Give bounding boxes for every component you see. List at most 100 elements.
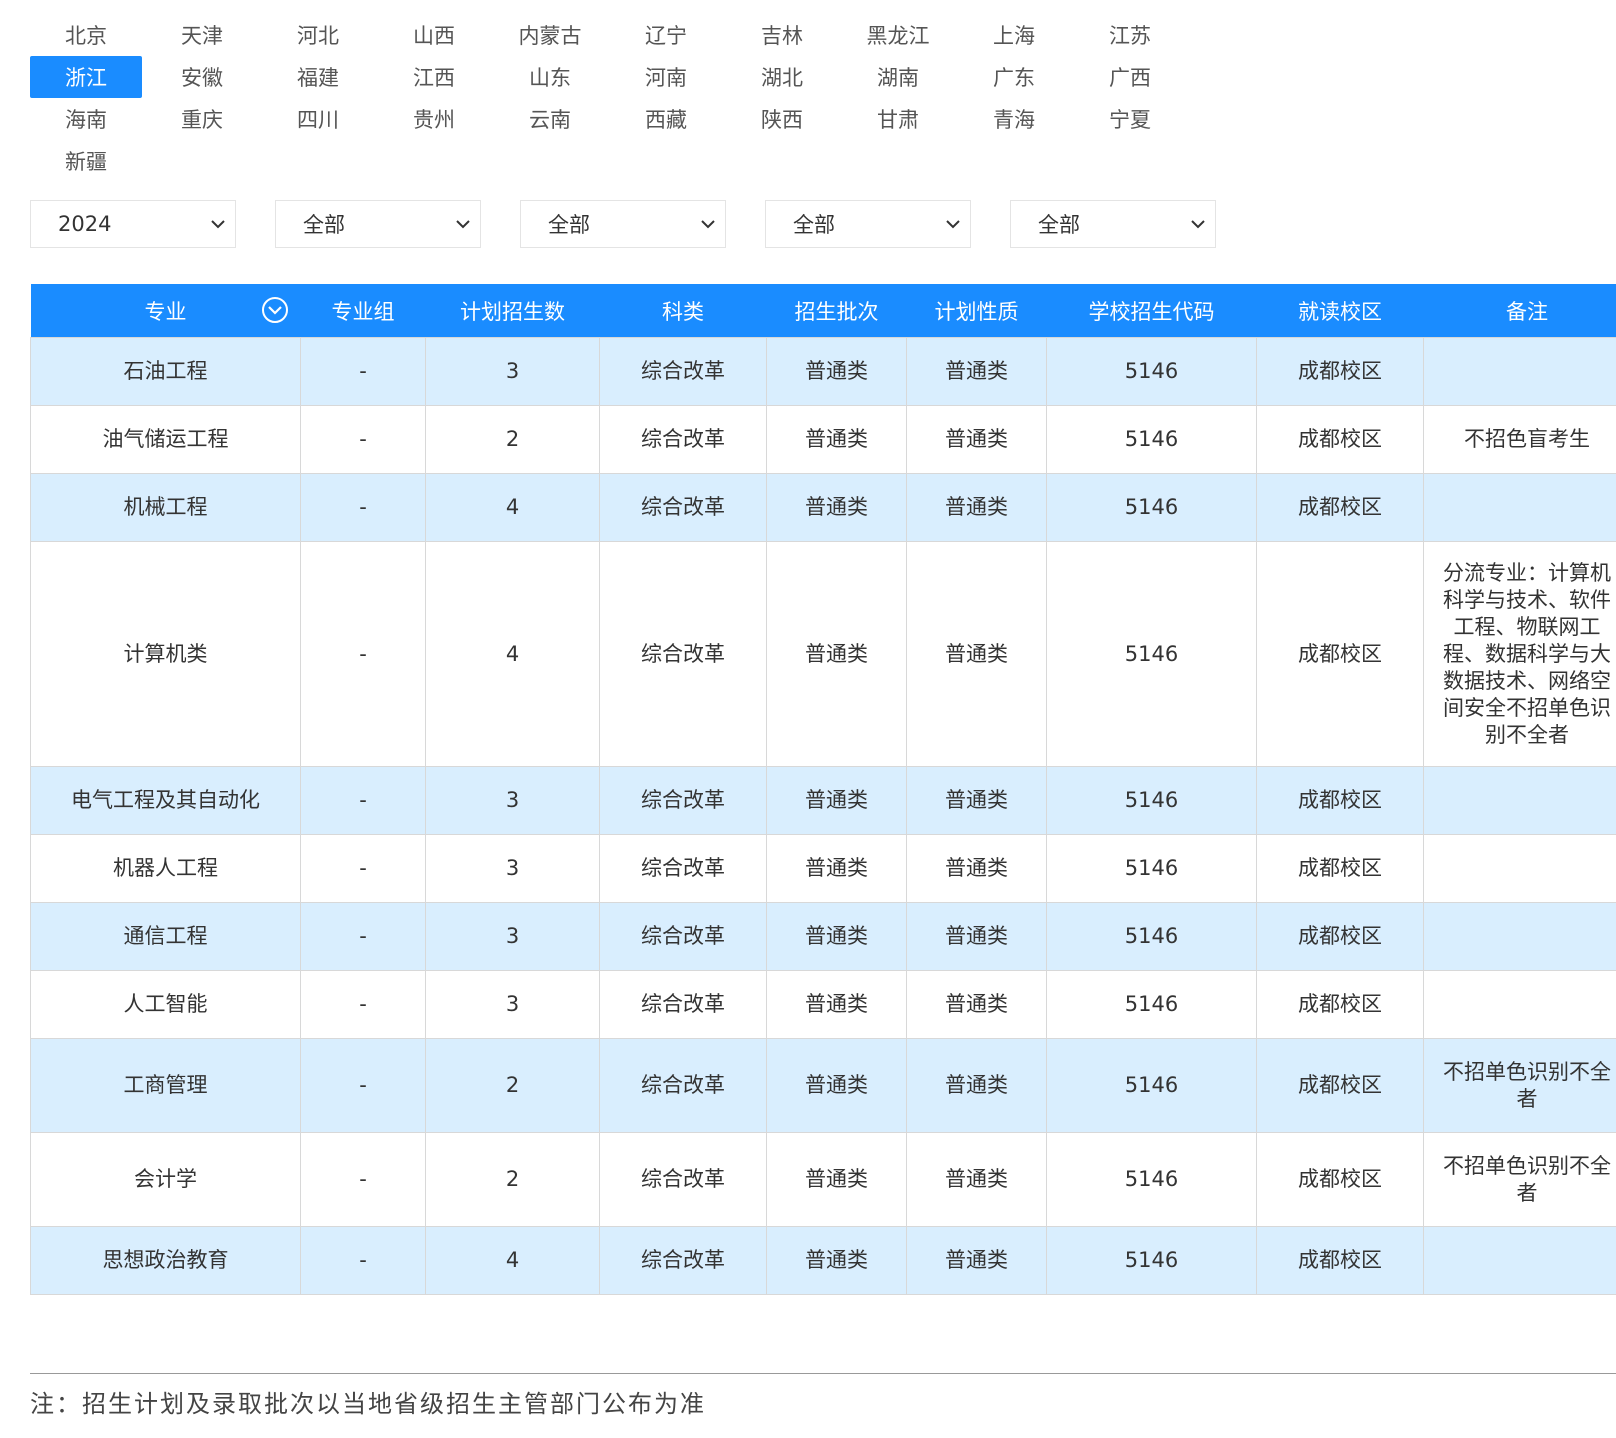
cell-batch: 普通类 [766,405,907,474]
filter-select-5[interactable]: 全部 [1010,200,1216,248]
cell-school-code: 5146 [1046,766,1257,835]
table-row: 机械工程 -4 综合改革 普通类 普通类 5146 成都校区 [30,473,1616,542]
cell-campus: 成都校区 [1256,1038,1424,1133]
cell-plan-count: 4 [425,541,600,767]
province-item[interactable]: 天津 [146,14,258,56]
province-item[interactable]: 福建 [262,56,374,98]
cell-plan-nature: 普通类 [906,337,1047,406]
cell-major: 机器人工程 [30,834,301,903]
cell-remarks: 不招色盲考生 [1423,405,1616,474]
province-item[interactable]: 陕西 [726,98,838,140]
province-item[interactable]: 河北 [262,14,374,56]
province-item[interactable]: 黑龙江 [842,14,954,56]
header-label: 就读校区 [1298,299,1382,324]
cell-plan-nature: 普通类 [906,902,1047,971]
province-item[interactable]: 北京 [30,14,142,56]
filter-select-2-value: 全部 [303,213,345,237]
cell-remarks [1423,1226,1616,1295]
cell-subject-type: 综合改革 [599,473,767,542]
enrollment-table-container: 专业 专业组 计划招生数 科类 招生批次 计划性质 学校招生代码 就读校区 备注… [30,284,1616,1295]
province-item[interactable]: 河南 [610,56,722,98]
province-item[interactable]: 云南 [494,98,606,140]
chevron-down-circle-icon[interactable] [261,296,289,324]
province-item[interactable]: 广西 [1074,56,1186,98]
table-row: 计算机类 -4 综合改革 普通类 普通类 5146 成都校区 分流专业：计算机科学与技术、软件… [30,541,1616,767]
cell-remarks [1423,337,1616,406]
chevron-down-icon [456,220,470,229]
province-item[interactable]: 贵州 [378,98,490,140]
province-item[interactable]: 湖北 [726,56,838,98]
header-subject-type: 科类 [599,284,767,338]
cell-subject-type: 综合改革 [599,405,767,474]
cell-plan-count: 3 [425,337,600,406]
cell-campus: 成都校区 [1256,337,1424,406]
cell-major-group: - [300,337,426,406]
province-item[interactable]: 重庆 [146,98,258,140]
cell-batch: 普通类 [766,541,907,767]
province-item[interactable]: 江西 [378,56,490,98]
header-major-group: 专业组 [300,284,426,338]
table-row: 人工智能 -3 综合改革 普通类 普通类 5146 成都校区 [30,970,1616,1039]
province-item[interactable]: 辽宁 [610,14,722,56]
province-item[interactable]: 上海 [958,14,1070,56]
cell-plan-nature: 普通类 [906,473,1047,542]
cell-school-code: 5146 [1046,405,1257,474]
header-remarks: 备注 [1423,284,1616,338]
province-item[interactable]: 广东 [958,56,1070,98]
cell-plan-count: 3 [425,970,600,1039]
year-select[interactable]: 2024 [30,200,236,248]
filter-select-2[interactable]: 全部 [275,200,481,248]
filter-select-4-value: 全部 [793,213,835,237]
cell-plan-nature: 普通类 [906,541,1047,767]
province-item[interactable]: 湖南 [842,56,954,98]
cell-batch: 普通类 [766,1132,907,1227]
province-item[interactable]: 安徽 [146,56,258,98]
filter-select-4[interactable]: 全部 [765,200,971,248]
province-item[interactable]: 山西 [378,14,490,56]
cell-subject-type: 综合改革 [599,902,767,971]
province-item[interactable]: 西藏 [610,98,722,140]
province-item[interactable]: 内蒙古 [494,14,606,56]
province-item[interactable]: 海南 [30,98,142,140]
province-item[interactable]: 四川 [262,98,374,140]
cell-campus: 成都校区 [1256,1226,1424,1295]
cell-batch: 普通类 [766,766,907,835]
cell-plan-nature: 普通类 [906,1038,1047,1133]
table-row: 通信工程 -3 综合改革 普通类 普通类 5146 成都校区 [30,902,1616,971]
cell-batch: 普通类 [766,337,907,406]
province-item[interactable]: 浙江 [30,56,142,98]
cell-major: 通信工程 [30,902,301,971]
province-item[interactable]: 山东 [494,56,606,98]
table-row: 石油工程 -3 综合改革 普通类 普通类 5146 成都校区 [30,337,1616,406]
table-row: 会计学 -2 综合改革 普通类 普通类 5146 成都校区 不招单色识别不全者 [30,1132,1616,1227]
cell-major: 机械工程 [30,473,301,542]
header-label: 专业 [144,299,187,324]
province-item[interactable]: 宁夏 [1074,98,1186,140]
cell-batch: 普通类 [766,970,907,1039]
cell-major: 电气工程及其自动化 [30,766,301,835]
cell-subject-type: 综合改革 [599,541,767,767]
province-item[interactable]: 青海 [958,98,1070,140]
table-row: 机器人工程 -3 综合改革 普通类 普通类 5146 成都校区 [30,834,1616,903]
cell-subject-type: 综合改革 [599,766,767,835]
filter-select-5-value: 全部 [1038,213,1080,237]
cell-campus: 成都校区 [1256,405,1424,474]
province-item[interactable]: 新疆 [30,140,142,182]
footer-note: 注：招生计划及录取批次以当地省级招生主管部门公布为准 [30,1390,706,1418]
cell-campus: 成都校区 [1256,473,1424,542]
table-body: 石油工程 -3 综合改革 普通类 普通类 5146 成都校区 油气储运工程 -2 综合改革 普通类普… [30,337,1616,1295]
cell-batch: 普通类 [766,473,907,542]
cell-plan-nature: 普通类 [906,834,1047,903]
cell-subject-type: 综合改革 [599,1132,767,1227]
province-item[interactable]: 吉林 [726,14,838,56]
cell-remarks: 分流专业：计算机科学与技术、软件工程、物联网工程、数据科学与大数据技术、网络空间… [1423,541,1616,767]
filter-select-3[interactable]: 全部 [520,200,726,248]
cell-major: 石油工程 [30,337,301,406]
cell-plan-nature: 普通类 [906,766,1047,835]
header-major[interactable]: 专业 [30,284,301,338]
province-item[interactable]: 江苏 [1074,14,1186,56]
cell-major-group: - [300,405,426,474]
province-item[interactable]: 甘肃 [842,98,954,140]
cell-plan-nature: 普通类 [906,1226,1047,1295]
cell-school-code: 5146 [1046,834,1257,903]
